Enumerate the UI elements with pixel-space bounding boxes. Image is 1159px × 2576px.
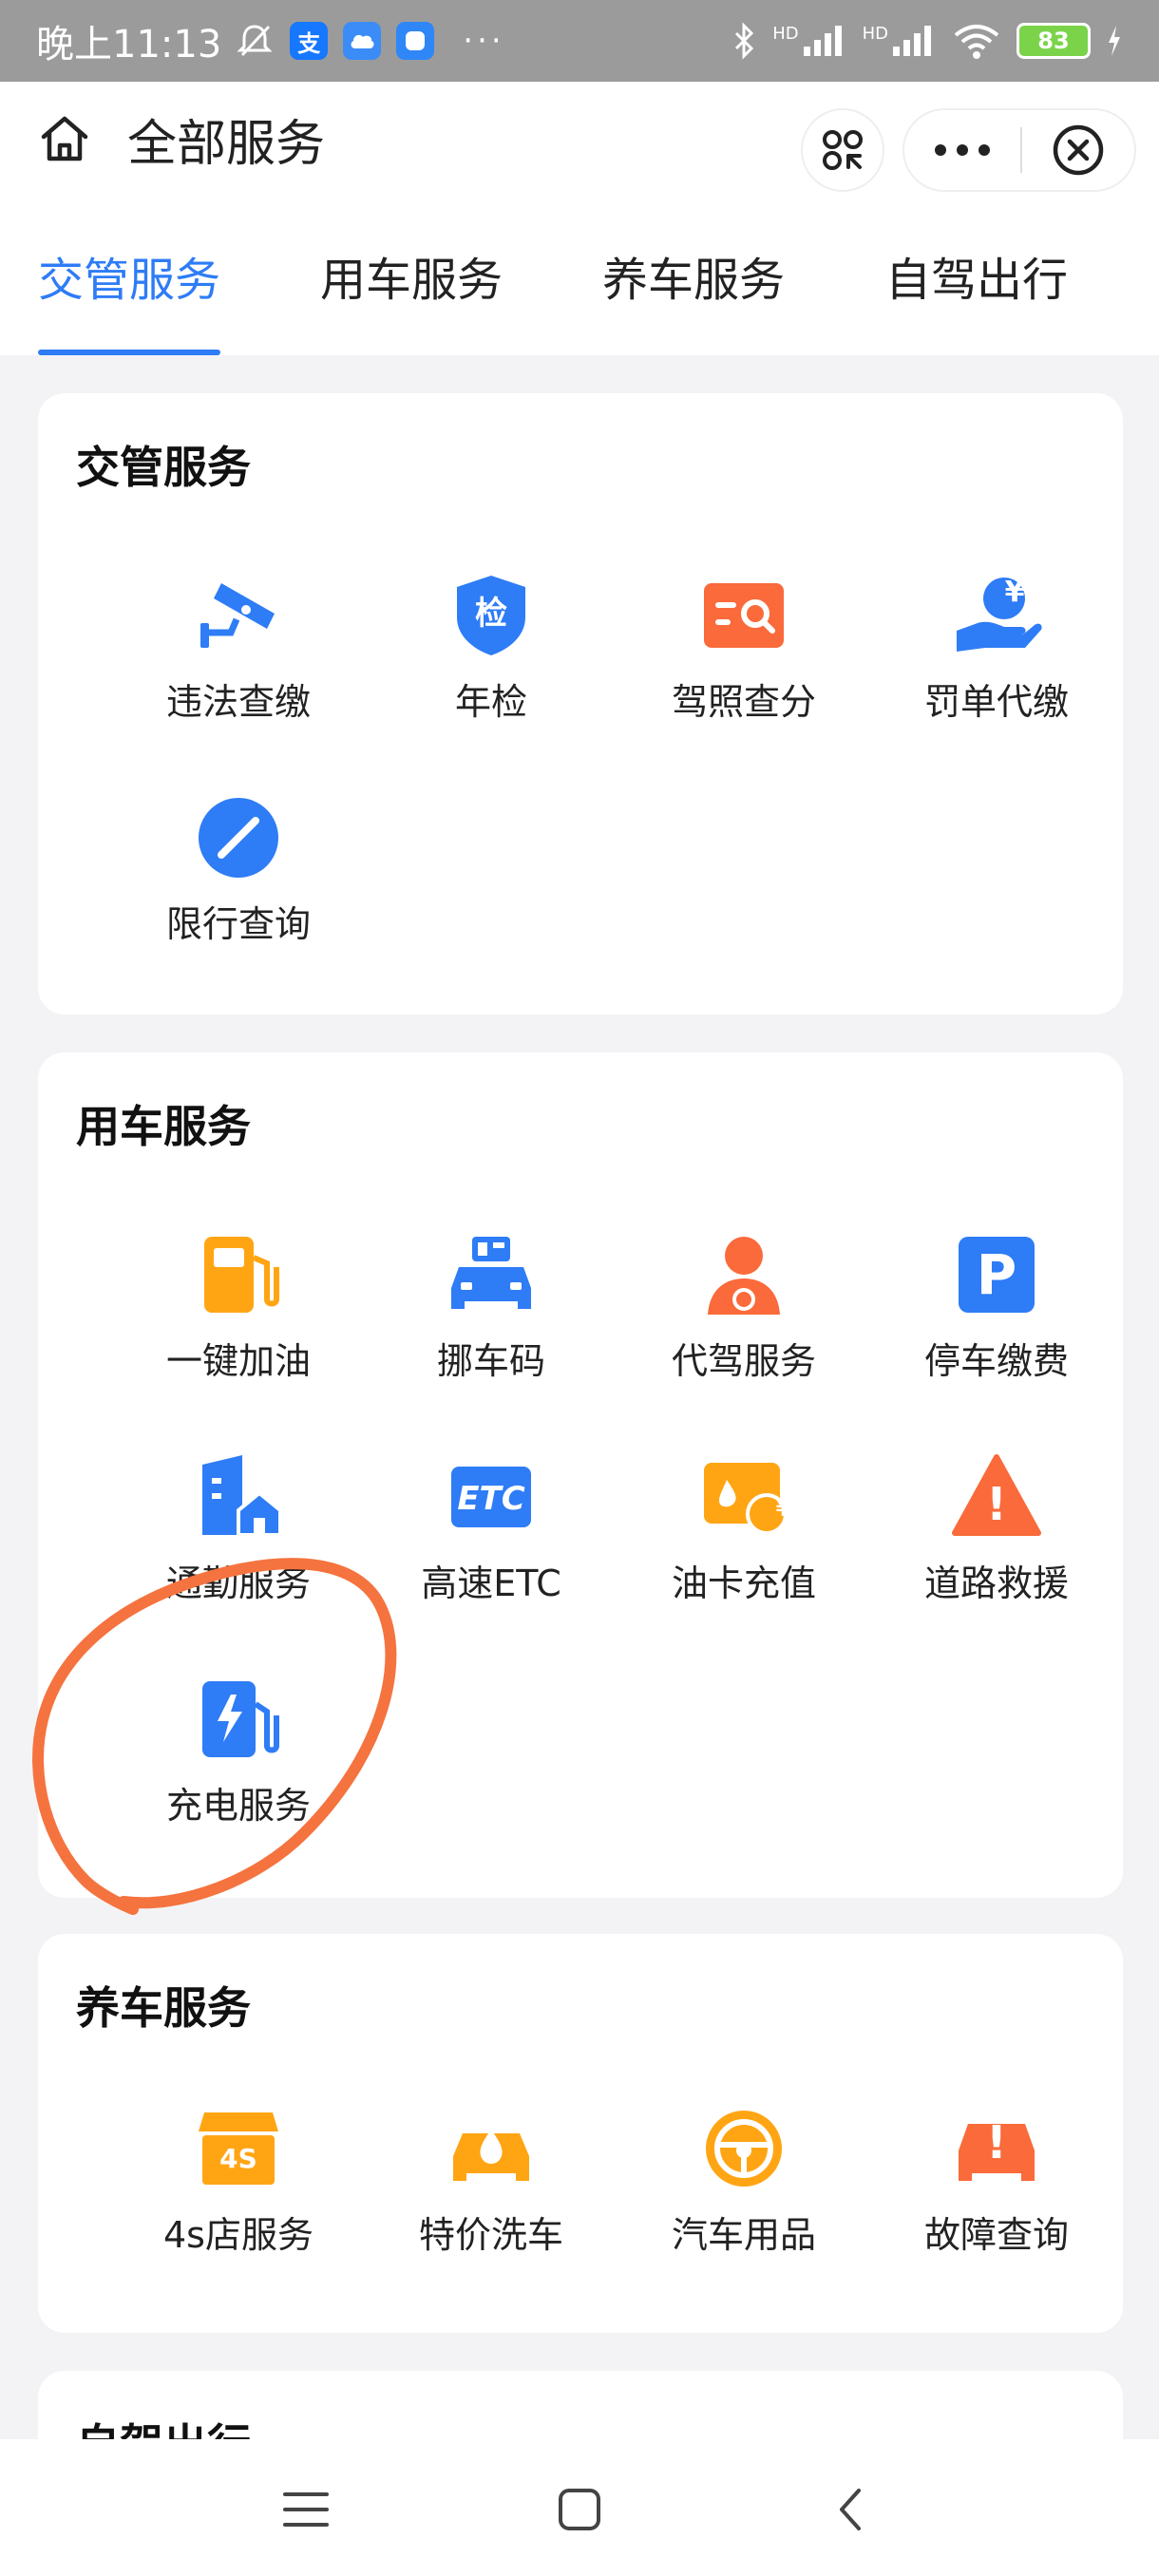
service-ticket-payment[interactable]: ¥ 罚单代缴 [870,570,1123,725]
alipay-icon: 支 [290,22,329,60]
status-more-dots: ··· [463,22,505,60]
home-square-icon[interactable] [551,2481,608,2538]
scan-button[interactable] [801,108,884,192]
service-highway-etc[interactable]: ETC 高速ETC [365,1451,618,1606]
signal-bars-icon [893,26,931,56]
service-violation-query[interactable]: 违法查缴 [112,570,365,725]
service-road-rescue[interactable]: ! 道路救援 [870,1451,1123,1606]
charging-bolt-icon [1109,26,1120,56]
service-car-accessories[interactable]: 汽车用品 [618,2103,870,2258]
home-icon[interactable] [38,112,91,165]
service-move-car-code[interactable]: 挪车码 [365,1229,618,1384]
menu-icon[interactable] [277,2481,334,2538]
category-tabs: 交管服务 用车服务 养车服务 自驾出行 [0,196,1159,355]
parking-glyph: P [976,1242,1017,1307]
status-time: 晚上11:13 [36,23,222,66]
status-bar: 晚上11:13 支 ··· HD HD 83 [0,0,1159,82]
section-car-use: 用车服务 一键加油 挪车码 代驾服务 P 停车缴费 通勤服务 ETC 高速ETC… [38,1052,1123,1898]
wifi-icon [954,25,999,59]
cloud-app-icon [343,22,382,60]
signal-bars-icon [803,26,842,56]
service-4s-store[interactable]: 4S 4s店服务 [112,2103,365,2258]
service-license-points[interactable]: 驾照查分 [618,570,870,725]
service-ev-charging[interactable]: 充电服务 [112,1674,365,1828]
service-fuel-card-topup[interactable]: ¥ 油卡充值 [618,1451,870,1606]
service-fault-query[interactable]: ! 故障查询 [870,2103,1123,2258]
mini-program-capsule [902,108,1136,192]
section-car-maintenance: 养车服务 4S 4s店服务 特价洗车 汽车用品 ! 故障查询 [38,1934,1123,2333]
message-app-icon [396,22,435,60]
service-commute[interactable]: 通勤服务 [112,1451,365,1606]
close-button[interactable] [1022,110,1134,190]
camera-icon [200,583,275,648]
steering-wheel-icon [706,2111,782,2187]
more-options-button[interactable] [904,110,1020,190]
bell-muted-icon [237,25,273,57]
app-header: 全部服务 [0,82,1159,196]
section-title: 用车服务 [76,1101,251,1152]
etc-glyph: ETC [457,1480,525,1518]
service-traffic-restriction[interactable]: 限行查询 [112,792,365,947]
section-title: 交管服务 [76,442,251,493]
exclamation-glyph: ! [986,2116,1007,2169]
back-icon[interactable] [823,2481,880,2538]
system-nav-bar [0,2439,1159,2576]
tab-traffic-management[interactable]: 交管服务 [38,196,221,355]
fuel-pump-icon [204,1237,279,1313]
4s-glyph: 4S [219,2143,257,2174]
mini-program-icon [823,130,863,170]
yuan-glyph: ¥ [1004,576,1025,609]
service-designated-driver[interactable]: 代驾服务 [618,1229,870,1384]
section-title: 养车服务 [76,1982,251,2034]
tab-car-maintenance[interactable]: 养车服务 [602,196,785,355]
car-wash-icon [453,2130,529,2181]
battery-indicator: 83 [1016,23,1091,59]
license-search-icon [704,583,784,648]
service-parking-payment[interactable]: P 停车缴费 [870,1229,1123,1384]
hd-signal-2: HD [863,24,937,58]
hd-signal-1: HD [772,24,846,58]
page-title: 全部服务 [127,115,326,173]
section-traffic-management: 交管服务 违法查缴 检 年检 驾照查分 ¥ 罚单代缴 限行查询 [38,393,1123,1014]
close-circle-icon [1053,124,1104,176]
service-one-click-refuel[interactable]: 一键加油 [112,1229,365,1384]
more-dots-icon [935,144,990,156]
service-annual-inspection[interactable]: 检 年检 [365,570,618,725]
tab-self-driving-trip[interactable]: 自驾出行 [885,196,1068,355]
commute-building-icon [202,1455,282,1537]
inspection-glyph: 检 [475,595,507,633]
no-entry-icon [199,798,278,878]
driver-icon [708,1237,780,1315]
service-car-wash[interactable]: 特价洗车 [365,2103,618,2258]
car-code-icon [451,1237,531,1309]
yuan-glyph: ¥ [775,1495,792,1522]
exclamation-glyph: ! [986,1478,1007,1531]
tab-car-use[interactable]: 用车服务 [320,196,503,355]
charging-station-icon [202,1681,279,1757]
bluetooth-icon [735,22,754,60]
